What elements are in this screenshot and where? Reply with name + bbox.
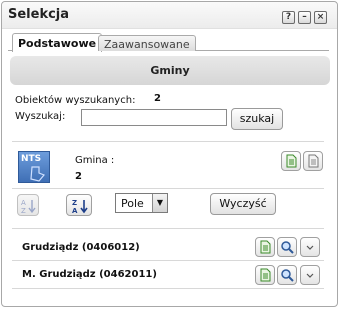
- found-count-label: Obiektów wyszukanych:: [15, 95, 136, 106]
- minimize-button[interactable]: –: [298, 11, 311, 24]
- svg-text:A: A: [72, 207, 78, 215]
- sort-ascending-icon: A Z: [21, 199, 36, 215]
- nts-map-shape: [30, 166, 45, 182]
- dropdown-arrow-icon: ▼: [152, 194, 167, 212]
- layer-count-value: 2: [75, 171, 82, 182]
- nts-layer-icon: NTS: [18, 151, 50, 183]
- result-1-expand-button[interactable]: [300, 237, 320, 257]
- minimize-icon: –: [302, 12, 307, 22]
- result-1-zoom-button[interactable]: [277, 237, 297, 257]
- chevron-down-icon: [306, 245, 314, 250]
- sort-field-select[interactable]: Pole ▼: [115, 193, 168, 213]
- help-icon: ?: [285, 12, 292, 22]
- close-button[interactable]: ×: [314, 11, 327, 24]
- result-2-expand-button[interactable]: [300, 265, 320, 285]
- result-2-zoom-button[interactable]: [277, 265, 297, 285]
- sort-descending-icon: Z A: [72, 199, 88, 215]
- green-document-icon: [260, 268, 271, 282]
- result-2-export-button[interactable]: [255, 265, 275, 285]
- divider: [12, 228, 324, 229]
- svg-text:A: A: [21, 199, 26, 207]
- window-titlebar[interactable]: Selekcja ? – ×: [2, 2, 337, 29]
- search-label: Wyszukaj:: [15, 111, 66, 122]
- magnifier-icon: [281, 241, 294, 254]
- export-gray-button[interactable]: [303, 151, 323, 171]
- sort-descending-button[interactable]: Z A: [66, 194, 92, 216]
- result-item-label: Grudziądz (0406012): [22, 242, 140, 253]
- tab-zaawansowane[interactable]: Zaawansowane: [98, 35, 196, 51]
- chevron-down-icon: [306, 273, 314, 278]
- export-green-button[interactable]: [281, 151, 301, 171]
- green-document-icon: [286, 154, 297, 168]
- tab-podstawowe[interactable]: Podstawowe: [12, 33, 103, 52]
- gray-document-icon: [308, 154, 319, 168]
- found-count-value: 2: [154, 93, 161, 104]
- svg-text:Z: Z: [72, 199, 77, 207]
- search-input[interactable]: [81, 109, 227, 126]
- divider: [12, 188, 324, 189]
- sort-ascending-button[interactable]: A Z: [17, 194, 39, 216]
- divider: [12, 260, 324, 261]
- svg-text:Z: Z: [21, 207, 26, 215]
- green-document-icon: [260, 240, 271, 254]
- close-icon: ×: [316, 12, 325, 22]
- result-1-export-button[interactable]: [255, 237, 275, 257]
- help-button[interactable]: ?: [282, 11, 295, 24]
- divider: [12, 141, 324, 142]
- sort-field-value: Pole: [121, 197, 144, 210]
- clear-button[interactable]: Wyczyść: [210, 193, 276, 215]
- magnifier-icon: [281, 269, 294, 282]
- window-title: Selekcja: [8, 7, 70, 22]
- section-header: Gminy: [10, 56, 330, 85]
- layer-name-label: Gmina :: [75, 155, 115, 166]
- nts-badge-text: NTS: [21, 154, 42, 164]
- search-button[interactable]: szukaj: [231, 108, 283, 130]
- divider: [12, 288, 324, 289]
- result-item-label: M. Grudziądz (0462011): [22, 269, 157, 280]
